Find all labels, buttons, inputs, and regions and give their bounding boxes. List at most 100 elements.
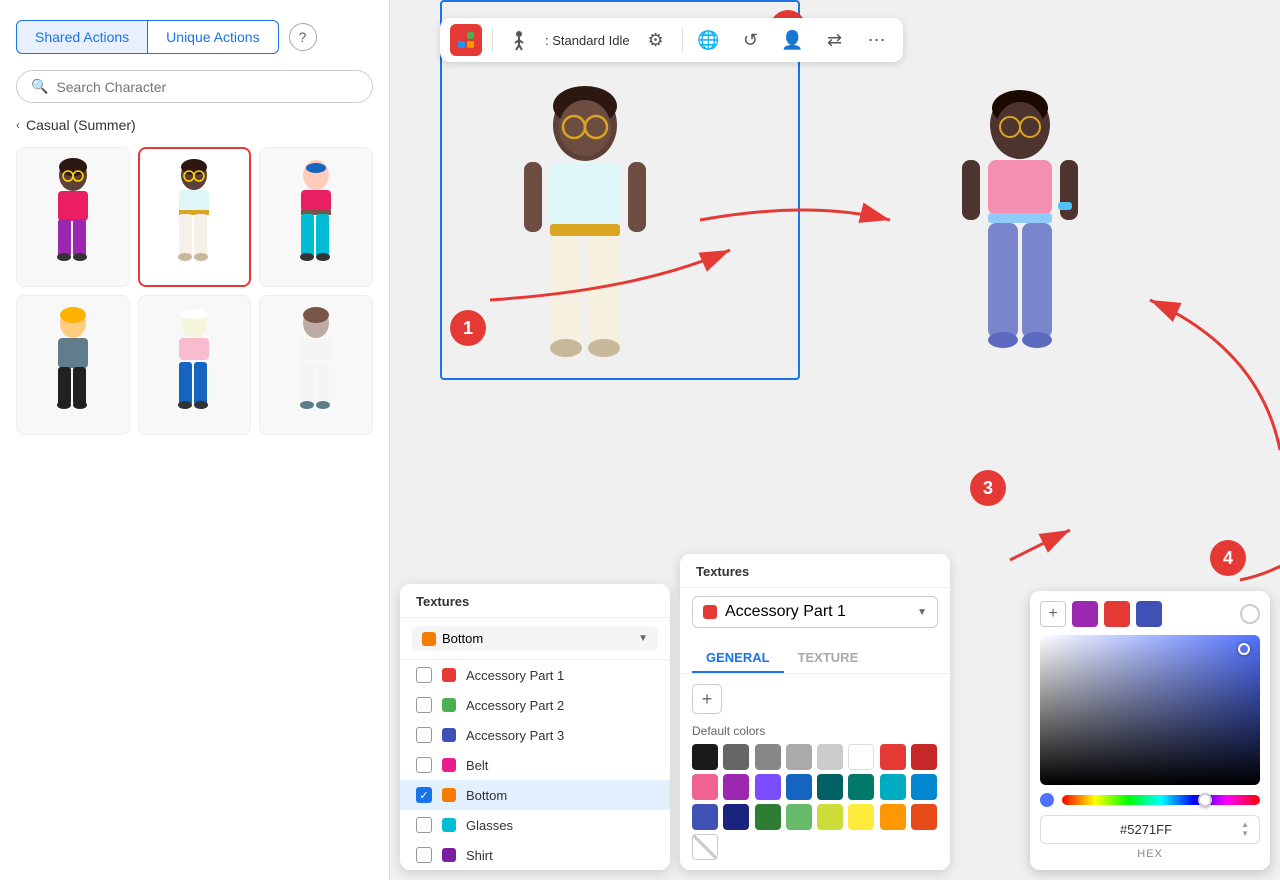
general-tab[interactable]: GENERAL — [692, 644, 784, 673]
swatch-gray2[interactable] — [755, 744, 781, 770]
redo-icon-btn[interactable]: ↺ — [735, 24, 767, 56]
texture-item-acc3[interactable]: Accessory Part 3 — [400, 720, 670, 750]
divider-2 — [682, 28, 683, 52]
item-label-belt: Belt — [466, 758, 488, 773]
picker-swatch-purple[interactable] — [1072, 601, 1098, 627]
color-gradient-box[interactable] — [1040, 635, 1260, 785]
checkbox-shirt[interactable] — [416, 847, 432, 863]
swatch-purple1[interactable] — [723, 774, 749, 800]
swatch-green1[interactable] — [755, 804, 781, 830]
swatch-blue1[interactable] — [786, 774, 812, 800]
search-input[interactable] — [56, 79, 358, 95]
swatch-indigo[interactable] — [692, 804, 718, 830]
swatch-lime[interactable] — [817, 804, 843, 830]
app-icon-btn[interactable] — [450, 24, 482, 56]
hex-input[interactable] — [1051, 822, 1241, 837]
panel-dropdown-section: Accessory Part 1 ▼ — [680, 588, 950, 636]
textures-left-header: Textures — [400, 584, 670, 618]
swatch-red1[interactable] — [880, 744, 906, 770]
accessory-dropdown-label: Accessory Part 1 — [725, 603, 846, 621]
checkbox-acc2[interactable] — [416, 697, 432, 713]
char-figure-2 — [159, 157, 229, 277]
hue-slider[interactable] — [1062, 795, 1260, 805]
swatch-white[interactable] — [848, 744, 874, 770]
help-button[interactable]: ? — [289, 23, 317, 51]
texture-dropdown-row: Bottom ▼ — [400, 618, 670, 660]
swatch-blue2[interactable] — [911, 774, 937, 800]
picker-swatch-blue[interactable] — [1136, 601, 1162, 627]
texture-item-belt[interactable]: Belt — [400, 750, 670, 780]
swatch-purple2[interactable] — [755, 774, 781, 800]
char-item-3[interactable] — [259, 147, 373, 287]
hex-up-arrow[interactable]: ▲ — [1241, 821, 1249, 829]
hex-down-arrow[interactable]: ▼ — [1241, 830, 1249, 838]
loop-icon-btn[interactable]: ⇄ — [819, 24, 851, 56]
color-dot-bottom — [442, 788, 456, 802]
swatch-deeporange[interactable] — [911, 804, 937, 830]
checkbox-acc3[interactable] — [416, 727, 432, 743]
category-row[interactable]: ‹ Casual (Summer) — [16, 117, 373, 133]
globe-icon-btn[interactable]: 🌐 — [693, 24, 725, 56]
checkbox-belt[interactable] — [416, 757, 432, 773]
color-grid — [692, 744, 938, 860]
char-item-2[interactable] — [138, 147, 252, 287]
search-box: 🔍 — [16, 70, 373, 103]
color-dot-acc2 — [442, 698, 456, 712]
color-dot-glasses — [442, 818, 456, 832]
char-figure-5 — [159, 305, 229, 425]
texture-item-glasses[interactable]: Glasses — [400, 810, 670, 840]
add-color-button[interactable]: + — [692, 684, 722, 714]
item-label-bottom: Bottom — [466, 788, 507, 803]
swatch-black[interactable] — [692, 744, 718, 770]
shared-actions-tab[interactable]: Shared Actions — [16, 20, 148, 54]
texture-item-bottom[interactable]: ✓ Bottom — [400, 780, 670, 810]
swatch-navy[interactable] — [723, 804, 749, 830]
swatch-cyan[interactable] — [880, 774, 906, 800]
swatch-transparent[interactable] — [692, 834, 718, 860]
figure-icon — [508, 29, 530, 51]
char-item-4[interactable] — [16, 295, 130, 435]
texture-tab[interactable]: TEXTURE — [784, 644, 873, 673]
animation-label: : Standard Idle — [545, 33, 630, 48]
picker-add-button[interactable]: + — [1040, 601, 1066, 627]
swatch-teal2[interactable] — [848, 774, 874, 800]
hex-label: HEX — [1040, 848, 1260, 860]
picker-circle-indicator — [1240, 604, 1260, 624]
char-item-5[interactable] — [138, 295, 252, 435]
accessory-color-dot — [703, 605, 717, 619]
char-item-1[interactable] — [16, 147, 130, 287]
texture-dropdown[interactable]: Bottom ▼ — [412, 626, 658, 651]
accessory-dropdown[interactable]: Accessory Part 1 ▼ — [692, 596, 938, 628]
tabs-row: Shared Actions Unique Actions ? — [16, 20, 373, 54]
swatch-teal1[interactable] — [817, 774, 843, 800]
swatch-red2[interactable] — [911, 744, 937, 770]
animation-icon-btn[interactable]: ⚙ — [640, 24, 672, 56]
swatch-green2[interactable] — [786, 804, 812, 830]
char-large-1 — [500, 80, 670, 460]
swatch-gray3[interactable] — [786, 744, 812, 770]
divider-1 — [492, 28, 493, 52]
figure-icon-btn[interactable] — [503, 24, 535, 56]
swatch-orange[interactable] — [880, 804, 906, 830]
char-preview-selected — [500, 80, 670, 465]
swatch-gray4[interactable] — [817, 744, 843, 770]
texture-item-acc1[interactable]: Accessory Part 1 — [400, 660, 670, 690]
swatch-gray1[interactable] — [723, 744, 749, 770]
texture-item-acc2[interactable]: Accessory Part 2 — [400, 690, 670, 720]
char-figure-1 — [38, 157, 108, 277]
unique-actions-tab[interactable]: Unique Actions — [148, 20, 278, 54]
more-icon-btn[interactable]: ⋯ — [861, 24, 893, 56]
hue-slider-thumb — [1198, 793, 1212, 807]
item-label-acc3: Accessory Part 3 — [466, 728, 564, 743]
checkbox-bottom[interactable]: ✓ — [416, 787, 432, 803]
person-icon-btn[interactable]: 👤 — [777, 24, 809, 56]
picker-swatch-red[interactable] — [1104, 601, 1130, 627]
swatch-pink[interactable] — [692, 774, 718, 800]
swatch-yellow[interactable] — [848, 804, 874, 830]
checkbox-acc1[interactable] — [416, 667, 432, 683]
texture-item-shirt[interactable]: Shirt — [400, 840, 670, 870]
char-item-6[interactable] — [259, 295, 373, 435]
canvas-area: : Standard Idle ⚙ 🌐 ↺ 👤 ⇄ ⋯ — [390, 0, 1280, 880]
search-icon: 🔍 — [31, 78, 48, 95]
checkbox-glasses[interactable] — [416, 817, 432, 833]
